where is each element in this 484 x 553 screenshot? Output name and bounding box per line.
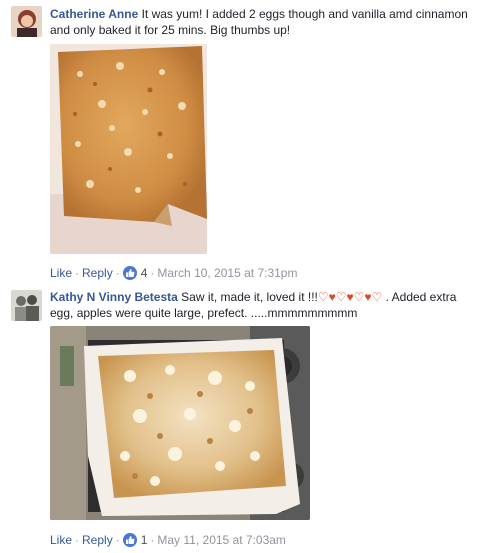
author-name[interactable]: Kathy N Vinny Betesta bbox=[50, 290, 178, 304]
author-name[interactable]: Catherine Anne bbox=[50, 7, 138, 21]
comment-actions: Like · Reply · 4 · March 10, 2015 at 7:31pm bbox=[50, 266, 297, 280]
reply-link[interactable]: Reply bbox=[82, 266, 113, 280]
comment-actions: Like · Reply · 1 · May 11, 2015 at 7:03am bbox=[50, 533, 286, 547]
reaction-count[interactable]: 4 bbox=[141, 266, 148, 280]
heart-emoji-icon: ♡♥♡♥♡♥♡ bbox=[317, 290, 383, 304]
separator: · bbox=[115, 533, 120, 547]
reaction-count[interactable]: 1 bbox=[141, 533, 148, 547]
avatar[interactable] bbox=[11, 290, 42, 321]
timestamp[interactable]: March 10, 2015 at 7:31pm bbox=[157, 266, 297, 280]
like-link[interactable]: Like bbox=[50, 533, 72, 547]
comment-text-start: Saw it, made it, loved it !!! bbox=[181, 290, 318, 304]
comment-kathy-vinny: Kathy N Vinny Betesta Saw it, made it, l… bbox=[0, 284, 484, 553]
separator: · bbox=[150, 533, 155, 547]
thumbs-up-icon[interactable] bbox=[122, 533, 137, 547]
separator: · bbox=[75, 533, 80, 547]
like-link[interactable]: Like bbox=[50, 266, 72, 280]
comment-catherine-anne: Catherine Anne It was yum! I added 2 egg… bbox=[0, 0, 484, 282]
separator: · bbox=[115, 266, 120, 280]
reply-link[interactable]: Reply bbox=[82, 533, 113, 547]
separator: · bbox=[75, 266, 80, 280]
comment-photo[interactable] bbox=[50, 326, 310, 520]
comment-body: Kathy N Vinny Betesta Saw it, made it, l… bbox=[50, 289, 474, 321]
separator: · bbox=[150, 266, 155, 280]
comment-body: Catherine Anne It was yum! I added 2 egg… bbox=[50, 6, 474, 38]
avatar[interactable] bbox=[11, 6, 42, 37]
timestamp[interactable]: May 11, 2015 at 7:03am bbox=[157, 533, 286, 547]
thumbs-up-icon[interactable] bbox=[122, 266, 137, 280]
comment-photo[interactable] bbox=[50, 44, 207, 254]
